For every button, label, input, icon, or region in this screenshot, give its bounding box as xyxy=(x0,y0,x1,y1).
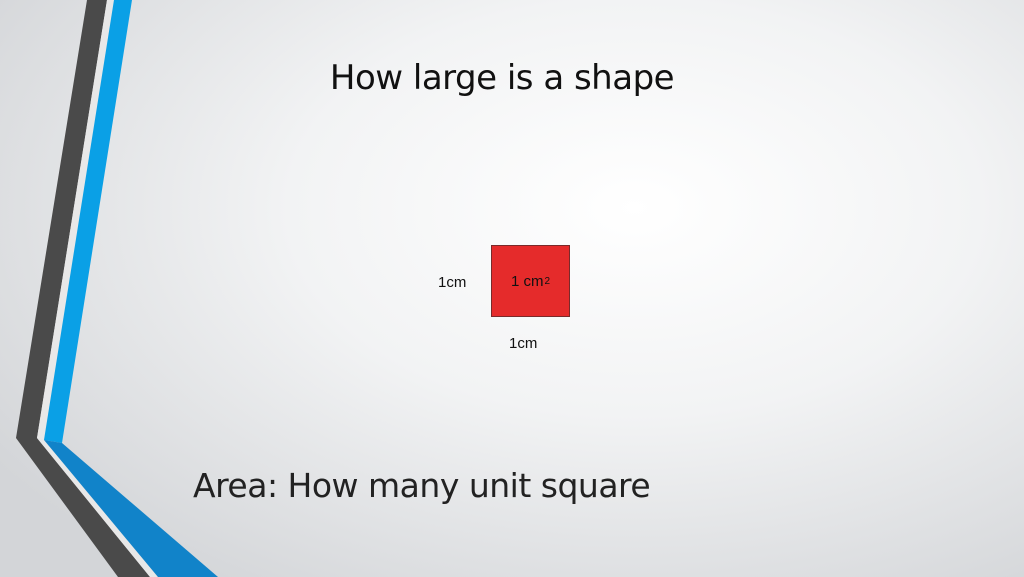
side-label-left: 1cm xyxy=(438,274,467,291)
slide-title: How large is a shape xyxy=(329,58,675,98)
slide: How large is a shape 1cm 1 cm 2 1cm Area:… xyxy=(0,0,1024,577)
area-value: 1 cm xyxy=(510,272,544,290)
white-lower-stripe xyxy=(37,438,158,577)
slide-subtitle: Area: How many unit square xyxy=(193,466,651,505)
side-label-bottom: 1cm xyxy=(509,335,538,352)
area-exponent: 2 xyxy=(544,275,551,287)
unit-square: 1 cm 2 xyxy=(491,245,570,317)
